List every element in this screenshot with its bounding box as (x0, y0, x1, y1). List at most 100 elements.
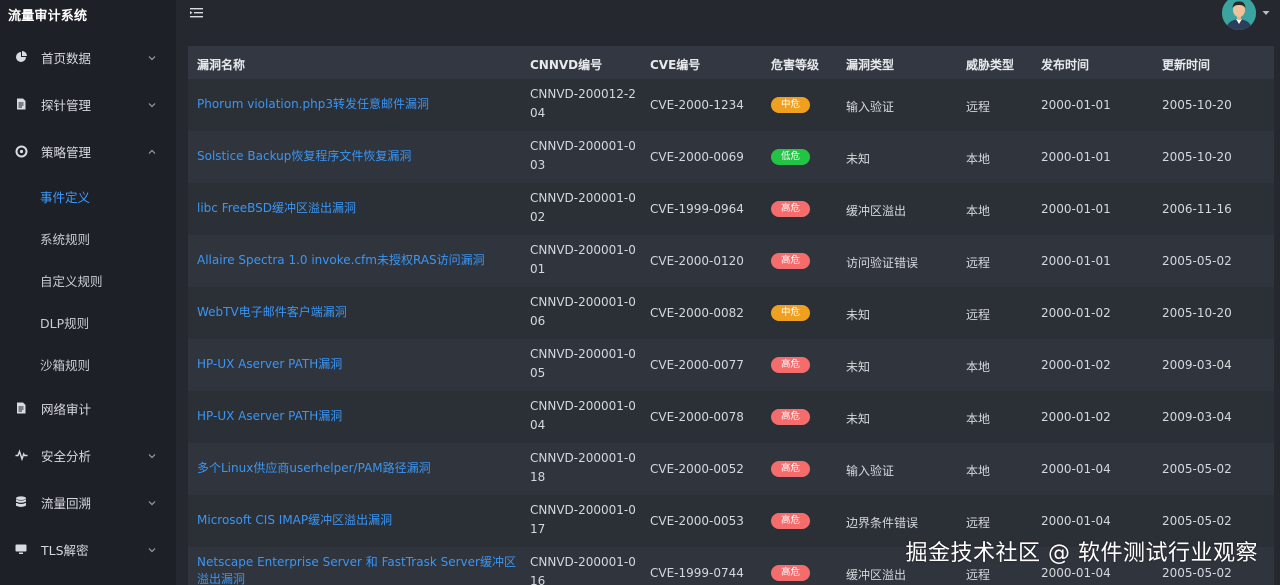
sidebar-item-label: 网络审计 (41, 401, 92, 417)
sidebar-subitem[interactable]: 沙箱规则 (0, 346, 176, 382)
update-date: 2005-10-20 (1162, 98, 1232, 112)
sidebar-subitem[interactable]: DLP规则 (0, 304, 176, 340)
vulnerability-table: 漏洞名称 CNNVD编号 CVE编号 危害等级 漏洞类型 威胁类型 发布时间 更新时间 Pho… (188, 46, 1274, 585)
threat-type: 本地 (966, 464, 991, 478)
table-row: HP-UX Aserver PATH漏洞 CNNVD-200001-005 CVE-… (188, 339, 1274, 391)
update-date: 2009-03-04 (1162, 358, 1232, 372)
sidebar-subitem[interactable]: 系统规则 (0, 220, 176, 256)
update-date: 2009-03-04 (1162, 410, 1232, 424)
chevron-down-icon (147, 544, 157, 554)
table-row: Phorum violation.php3转发任意邮件漏洞 CNNVD-20001… (188, 79, 1274, 131)
cnnvd-id: CNNVD-200001-016 (530, 555, 636, 585)
chevron-down-icon (147, 52, 157, 62)
sidebar-subitem[interactable]: 自定义规则 (0, 262, 176, 298)
caret-down-icon[interactable] (1262, 6, 1270, 15)
vulnerability-name-link[interactable]: Phorum violation.php3转发任意邮件漏洞 (197, 96, 517, 113)
column-header[interactable]: 发布时间 (1041, 56, 1089, 73)
sidebar-item[interactable]: 探针管理 (0, 84, 176, 124)
vulnerability-name-link[interactable]: HP-UX Aserver PATH漏洞 (197, 356, 517, 373)
vulnerability-type: 输入验证 (846, 100, 895, 114)
column-header[interactable]: 危害等级 (771, 56, 819, 73)
vulnerability-type: 缓冲区溢出 (846, 204, 907, 218)
sidebar-item[interactable]: 安全分析 (0, 435, 176, 475)
cve-id: CVE-2000-0078 (650, 410, 744, 424)
sidebar-subitem[interactable]: 事件定义 (0, 178, 176, 214)
vulnerability-type: 访问验证错误 (846, 256, 919, 270)
publish-date: 2000-01-02 (1041, 410, 1111, 424)
sidebar-subitem-label: 沙箱规则 (40, 357, 91, 373)
sidebar-subitem-label: 自定义规则 (40, 273, 103, 289)
severity-badge: 高危 (771, 253, 810, 269)
sidebar-item[interactable]: TLS解密 (0, 529, 176, 569)
vulnerability-name-link[interactable]: Solstice Backup恢复程序文件恢复漏洞 (197, 148, 517, 165)
threat-type: 远程 (966, 568, 991, 582)
target-icon (14, 144, 28, 158)
vulnerability-type: 边界条件错误 (846, 516, 919, 530)
vulnerability-type: 未知 (846, 308, 871, 322)
update-date: 2005-10-20 (1162, 306, 1232, 320)
pulse-icon (14, 448, 28, 462)
vulnerability-type: 未知 (846, 360, 871, 374)
cve-id: CVE-1999-0744 (650, 566, 744, 580)
sidebar-item[interactable]: 流量回溯 (0, 482, 176, 522)
update-date: 2006-11-16 (1162, 202, 1232, 216)
cnnvd-id: CNNVD-200001-001 (530, 243, 636, 276)
column-header[interactable]: CVE编号 (650, 56, 700, 73)
cve-id: CVE-2000-0053 (650, 514, 744, 528)
cnnvd-id: CNNVD-200001-003 (530, 139, 636, 172)
cnnvd-id: CNNVD-200001-002 (530, 191, 636, 224)
cnnvd-id: CNNVD-200012-204 (530, 87, 636, 120)
chevron-down-icon (147, 450, 157, 460)
vulnerability-name-link[interactable]: HP-UX Aserver PATH漏洞 (197, 408, 517, 425)
column-header[interactable]: 威胁类型 (966, 56, 1014, 73)
severity-badge: 中危 (771, 97, 810, 113)
vulnerability-name-link[interactable]: 多个Linux供应商userhelper/PAM路径漏洞 (197, 460, 517, 477)
update-date: 2005-05-02 (1162, 254, 1232, 268)
user-avatar[interactable] (1222, 0, 1256, 30)
sidebar-item[interactable]: 策略管理 (0, 131, 176, 171)
threat-type: 本地 (966, 412, 991, 426)
top-bar (176, 0, 1280, 30)
severity-badge: 高危 (771, 513, 810, 529)
sidebar-item-label: 流量回溯 (41, 495, 92, 511)
pie-chart-icon (14, 50, 28, 64)
vulnerability-name-link[interactable]: libc FreeBSD缓冲区溢出漏洞 (197, 200, 517, 217)
table-row: WebTV电子邮件客户端漏洞 CNNVD-200001-006 CVE-2000-0… (188, 287, 1274, 339)
vulnerability-name-link[interactable]: WebTV电子邮件客户端漏洞 (197, 304, 517, 321)
cve-id: CVE-2000-0120 (650, 254, 744, 268)
sidebar-item-label: 探针管理 (41, 97, 92, 113)
threat-type: 远程 (966, 308, 991, 322)
sidebar-item[interactable]: 首页数据 (0, 37, 176, 77)
chevron-down-icon (147, 99, 157, 109)
column-header[interactable]: 漏洞类型 (846, 56, 894, 73)
vulnerability-name-link[interactable]: Allaire Spectra 1.0 invoke.cfm未授权RAS访问漏洞 (197, 252, 517, 269)
column-header[interactable]: 更新时间 (1162, 56, 1210, 73)
cve-id: CVE-2000-0077 (650, 358, 744, 372)
column-header[interactable]: CNNVD编号 (530, 56, 602, 73)
vulnerability-type: 缓冲区溢出 (846, 568, 907, 582)
publish-date: 2000-01-01 (1041, 254, 1111, 268)
table-header: 漏洞名称 CNNVD编号 CVE编号 危害等级 漏洞类型 威胁类型 发布时间 更新时间 (188, 46, 1274, 79)
cnnvd-id: CNNVD-200001-017 (530, 503, 636, 536)
sidebar-subitem-label: 事件定义 (40, 189, 91, 205)
cnnvd-id: CNNVD-200001-018 (530, 451, 636, 484)
table-row: 多个Linux供应商userhelper/PAM路径漏洞 CNNVD-200001… (188, 443, 1274, 495)
cve-id: CVE-2000-0069 (650, 150, 744, 164)
document-icon (14, 97, 28, 111)
table-row: HP-UX Aserver PATH漏洞 CNNVD-200001-004 CVE-… (188, 391, 1274, 443)
vulnerability-type: 输入验证 (846, 464, 895, 478)
sidebar-item-label: 首页数据 (41, 50, 92, 66)
severity-badge: 中危 (771, 305, 810, 321)
column-header[interactable]: 漏洞名称 (197, 56, 245, 73)
menu-toggle-icon[interactable] (189, 5, 205, 21)
monitor-icon (14, 542, 28, 556)
vulnerability-name-link[interactable]: Netscape Enterprise Server 和 FastTrask S… (197, 554, 517, 585)
threat-type: 本地 (966, 360, 991, 374)
sidebar-item[interactable]: 网络审计 (0, 388, 176, 428)
vulnerability-type: 未知 (846, 152, 871, 166)
table-row: libc FreeBSD缓冲区溢出漏洞 CNNVD-200001-002 CVE-1… (188, 183, 1274, 235)
database-icon (14, 495, 28, 509)
vulnerability-name-link[interactable]: Microsoft CIS IMAP缓冲区溢出漏洞 (197, 512, 517, 529)
severity-badge: 高危 (771, 409, 810, 425)
publish-date: 2000-01-04 (1041, 566, 1111, 580)
